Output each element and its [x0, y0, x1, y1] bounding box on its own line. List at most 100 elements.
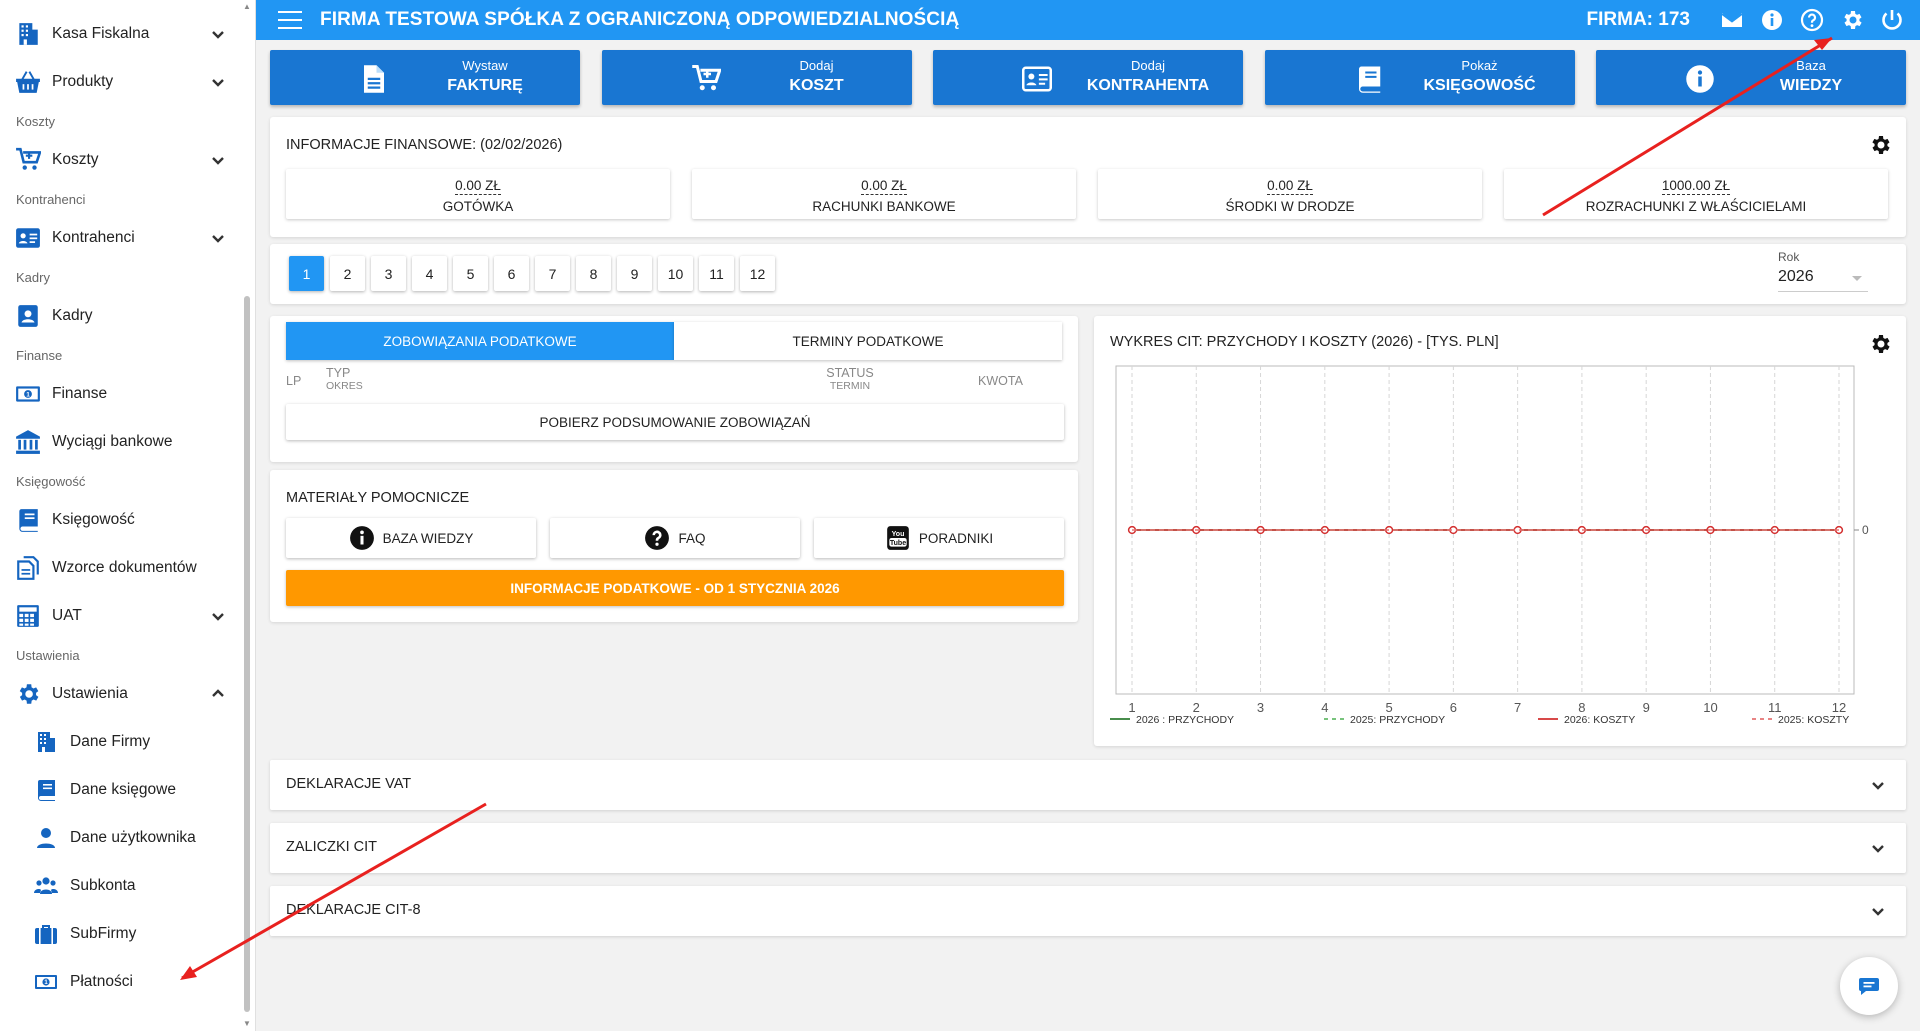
- sidebar-subitem-subkonta[interactable]: Subkonta: [0, 862, 240, 910]
- sidebar-subitem-subfirmy[interactable]: SubFirmy: [0, 910, 240, 958]
- sidebar-item-ksiegowosc[interactable]: Księgowość: [0, 496, 240, 544]
- month-7-button[interactable]: 7: [535, 256, 570, 291]
- month-10-button[interactable]: 10: [658, 256, 693, 291]
- sidebar-section-koszty: Koszty: [16, 113, 56, 129]
- finance-value: 0.00 ZŁ: [1267, 178, 1313, 195]
- sidebar-item-label: SubFirmy: [70, 925, 137, 942]
- finance-box[interactable]: 0.00 ZŁ GOTÓWKA: [286, 169, 670, 219]
- sidebar-item-kadry[interactable]: Kadry: [0, 292, 240, 340]
- finance-label: GOTÓWKA: [442, 199, 514, 214]
- legend-label[interactable]: 2025: KOSZTY: [1778, 714, 1849, 726]
- chat-button[interactable]: [1840, 957, 1898, 1015]
- sidebar-subitem-dane-uzytkownika[interactable]: Dane użytkownika: [0, 814, 240, 862]
- tax-info-button[interactable]: INFORMACJE PODATKOWE - OD 1 STYCZNIA 202…: [286, 570, 1064, 606]
- col-typ: TYP OKRES: [326, 366, 363, 392]
- chevron-down-icon[interactable]: [210, 230, 226, 246]
- chevron-down-icon[interactable]: [1870, 840, 1886, 856]
- month-3-button[interactable]: 3: [371, 256, 406, 291]
- hamburger-menu-icon[interactable]: [278, 11, 302, 29]
- building-icon: [14, 20, 42, 48]
- sidebar-item-wyciagi-bankowe[interactable]: Wyciągi bankowe: [0, 418, 240, 466]
- sidebar-subitem-platnosci[interactable]: 1 Płatności: [0, 958, 240, 1006]
- baza-wiedzy-button[interactable]: BAZA WIEDZY: [286, 518, 536, 558]
- scroll-up-icon[interactable]: ▲: [243, 2, 251, 12]
- materials-card: MATERIAŁY POMOCNICZE BAZA WIEDZY FAQ You…: [270, 470, 1078, 622]
- quick-actions: Wystaw FAKTURĘ Dodaj KOSZT Dodaj KONTRAHENTA P…: [270, 50, 1906, 105]
- gear-icon[interactable]: [1838, 6, 1866, 34]
- accordion-deklaracje-vat[interactable]: DEKLARACJE VAT: [270, 760, 1906, 810]
- sidebar-item-ustawienia[interactable]: Ustawienia: [0, 670, 240, 718]
- month-5-button[interactable]: 5: [453, 256, 488, 291]
- sidebar-item-finanse[interactable]: 1 Finanse: [0, 370, 240, 418]
- chevron-down-icon[interactable]: [210, 74, 226, 90]
- finance-box[interactable]: 0.00 ZŁ ŚRODKI W DRODZE: [1098, 169, 1482, 219]
- legend-label[interactable]: 2025: PRZYCHODY: [1350, 714, 1445, 726]
- action-koszt-button[interactable]: Dodaj KOSZT: [601, 50, 912, 105]
- power-icon[interactable]: [1878, 6, 1906, 34]
- sidebar-item-produkty[interactable]: Produkty: [0, 58, 240, 106]
- sidebar-item-uat[interactable]: UAT: [0, 592, 240, 640]
- scrollbar-thumb[interactable]: [244, 296, 250, 1012]
- x-tick-label: 11: [1768, 700, 1782, 715]
- month-12-button[interactable]: 12: [740, 256, 775, 291]
- faq-button[interactable]: FAQ: [550, 518, 800, 558]
- envelope-icon[interactable]: [1718, 6, 1746, 34]
- chevron-down-icon[interactable]: [210, 608, 226, 624]
- sidebar-item-kontrahenci[interactable]: Kontrahenci: [0, 214, 240, 262]
- sidebar-item-koszty[interactable]: Koszty: [0, 136, 240, 184]
- month-4-button[interactable]: 4: [412, 256, 447, 291]
- month-8-button[interactable]: 8: [576, 256, 611, 291]
- year-value: 2026: [1778, 268, 1814, 285]
- chevron-up-icon[interactable]: [210, 686, 226, 702]
- sidebar-scrollbar[interactable]: ▲ ▼: [243, 0, 251, 1031]
- sidebar-menu: Kasa Fiskalna Produkty Koszty Koszty Kontrah…: [0, 10, 240, 1006]
- sidebar-item-kasa-fiskalna[interactable]: Kasa Fiskalna: [0, 10, 240, 58]
- x-tick-label: 8: [1578, 700, 1585, 715]
- accordion-zaliczki-cit[interactable]: ZALICZKI CIT: [270, 823, 1906, 873]
- sidebar-item-label: Wzorce dokumentów: [52, 559, 197, 576]
- action-wiedzy-button[interactable]: Baza WIEDZY: [1596, 50, 1906, 105]
- month-11-button[interactable]: 11: [699, 256, 734, 291]
- legend-label[interactable]: 2026: KOSZTY: [1564, 714, 1635, 726]
- company-title: FIRMA TESTOWA SPÓŁKA Z OGRANICZONĄ ODPOW…: [320, 9, 960, 30]
- scroll-down-icon[interactable]: ▼: [243, 1019, 251, 1029]
- sidebar-subitem-dane-ksiegowe[interactable]: Dane księgowe: [0, 766, 240, 814]
- summary-button[interactable]: POBIERZ PODSUMOWANIE ZOBOWIĄZAŃ: [286, 404, 1064, 440]
- gear-icon[interactable]: [1868, 133, 1892, 157]
- action-fakture-button[interactable]: Wystaw FAKTURĘ: [270, 50, 580, 105]
- tab-zobowiazania[interactable]: ZOBOWIĄZANIA PODATKOWE: [286, 322, 674, 360]
- chevron-down-icon[interactable]: [210, 152, 226, 168]
- legend-label[interactable]: 2026 : PRZYCHODY: [1136, 714, 1234, 726]
- month-1-button[interactable]: 1: [289, 256, 324, 291]
- action-object: KONTRAHENTA: [1086, 77, 1210, 94]
- info-icon: [349, 525, 375, 551]
- cit-chart: 1 2 3 4 5 6 7 8 9 10 11 1202026 : PRZYCHODY 2025: PR…: [1110, 365, 1869, 726]
- info-icon[interactable]: [1758, 6, 1786, 34]
- poradniki-button[interactable]: You Tube PORADNIKI: [814, 518, 1064, 558]
- sidebar-item-wzorce-dokumentow[interactable]: Wzorce dokumentów: [0, 544, 240, 592]
- finance-box[interactable]: 0.00 ZŁ RACHUNKI BANKOWE: [692, 169, 1076, 219]
- tab-terminy[interactable]: TERMINY PODATKOWE: [674, 322, 1062, 360]
- month-2-button[interactable]: 2: [330, 256, 365, 291]
- bank-icon: [14, 428, 42, 456]
- action-ksiegowosc-button[interactable]: Pokaż KSIĘGOWOŚĆ: [1264, 50, 1575, 105]
- chevron-down-icon[interactable]: [1870, 903, 1886, 919]
- chevron-down-icon[interactable]: [210, 26, 226, 42]
- chevron-down-icon[interactable]: [1870, 777, 1886, 793]
- year-select[interactable]: 2026: [1778, 268, 1868, 292]
- finance-box[interactable]: 1000.00 ZŁ ROZRACHUNKI Z WŁAŚCICIELAMI: [1504, 169, 1888, 219]
- x-tick-label: 9: [1643, 700, 1650, 715]
- accordion-title: ZALICZKI CIT: [286, 839, 378, 855]
- month-9-button[interactable]: 9: [617, 256, 652, 291]
- accordion-deklaracje-cit-8[interactable]: DEKLARACJE CIT-8: [270, 886, 1906, 936]
- finance-label: ŚRODKI W DRODZE: [1225, 199, 1355, 214]
- month-6-button[interactable]: 6: [494, 256, 529, 291]
- help-icon[interactable]: [1798, 6, 1826, 34]
- user-icon: [32, 824, 60, 852]
- sidebar-subitem-dane-firmy[interactable]: Dane Firmy: [0, 718, 240, 766]
- action-kontrahenta-button[interactable]: Dodaj KONTRAHENTA: [933, 50, 1243, 105]
- money-bill-icon: 1: [32, 968, 60, 996]
- col-lp: LP: [286, 374, 302, 388]
- sidebar-item-label: Produkty: [52, 73, 114, 90]
- caret-down-icon: [1852, 276, 1862, 281]
